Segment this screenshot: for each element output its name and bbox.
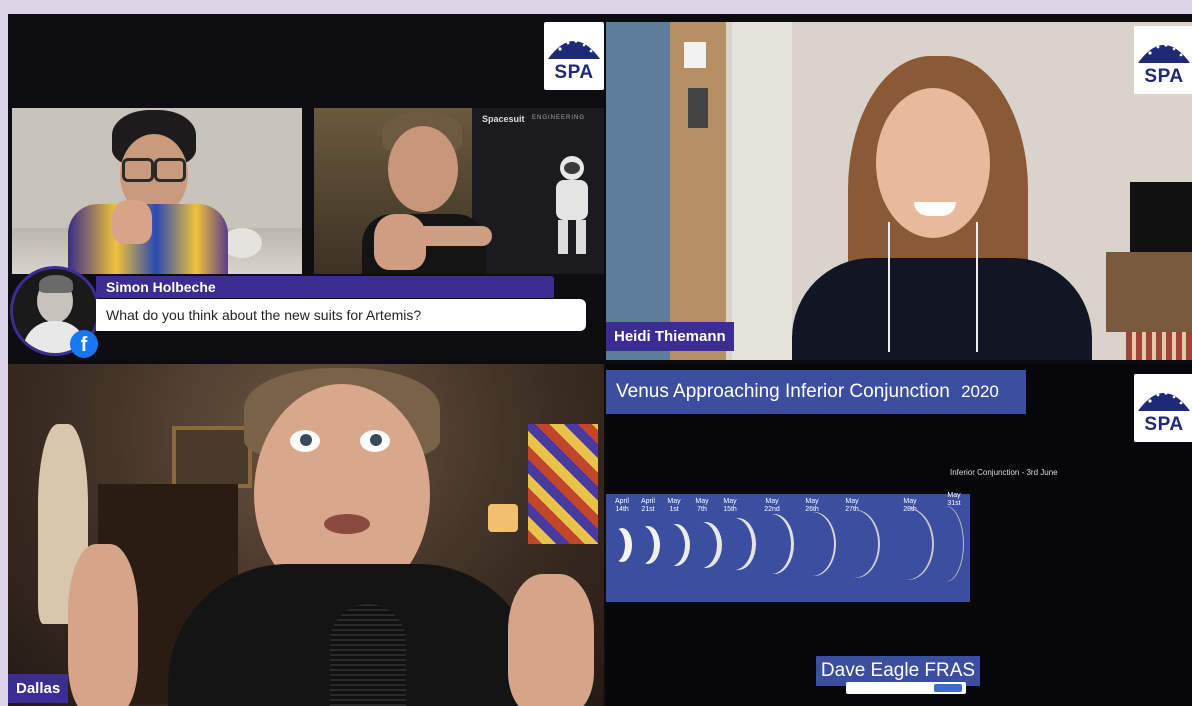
- venus-phase-panel: April 14th April 21st May 1st May 7th Ma…: [606, 492, 970, 602]
- microphone: [330, 604, 406, 706]
- spa-logo: SPA: [1134, 26, 1192, 94]
- slide-title-banner: Venus Approaching Inferior Conjunction 2…: [606, 370, 1026, 414]
- camera-dallas[interactable]: Dallas: [8, 364, 604, 706]
- venus-phase-4: [690, 522, 722, 568]
- spa-logo: SPA: [544, 22, 604, 90]
- stream-tile: Spacesuit ENGINEERING f Simon Holbeche W…: [8, 14, 604, 360]
- video-call-grid: Spacesuit ENGINEERING f Simon Holbeche W…: [8, 14, 1192, 706]
- venus-phase-10: [928, 506, 964, 582]
- comment-text: What do you think about the new suits fo…: [96, 299, 586, 331]
- name-tag-heidi: Heidi Thiemann: [606, 322, 734, 351]
- slide-title: Venus Approaching Inferior Conjunction: [616, 381, 950, 402]
- venus-phase-5: [720, 518, 756, 570]
- name-tag-dallas: Dallas: [8, 674, 69, 703]
- venus-phase-9: [882, 508, 934, 580]
- venus-phase-6: [754, 514, 794, 574]
- camera-guest-2[interactable]: Spacesuit ENGINEERING: [314, 108, 604, 274]
- venus-phase-7: [792, 512, 836, 576]
- camera-heidi[interactable]: Heidi Thiemann SPA: [606, 22, 1192, 360]
- slide-annotation: Inferior Conjunction - 3rd June: [950, 468, 1058, 477]
- venus-phase-8: [832, 510, 880, 578]
- camera-guest-1[interactable]: [12, 108, 302, 274]
- facebook-icon: f: [70, 330, 98, 358]
- screen-share-slide[interactable]: Venus Approaching Inferior Conjunction 2…: [606, 364, 1192, 706]
- venus-phase-1: [612, 528, 632, 562]
- slide-year: 2020: [961, 382, 999, 401]
- venus-phase-3: [662, 524, 690, 566]
- hover-bar[interactable]: [846, 682, 966, 694]
- spa-logo: SPA: [1134, 374, 1192, 442]
- comment-author: Simon Holbeche: [96, 276, 554, 298]
- venus-phase-2: [636, 526, 660, 564]
- astronaut-icon: [552, 156, 592, 256]
- spacesuit-poster: Spacesuit ENGINEERING: [472, 108, 604, 274]
